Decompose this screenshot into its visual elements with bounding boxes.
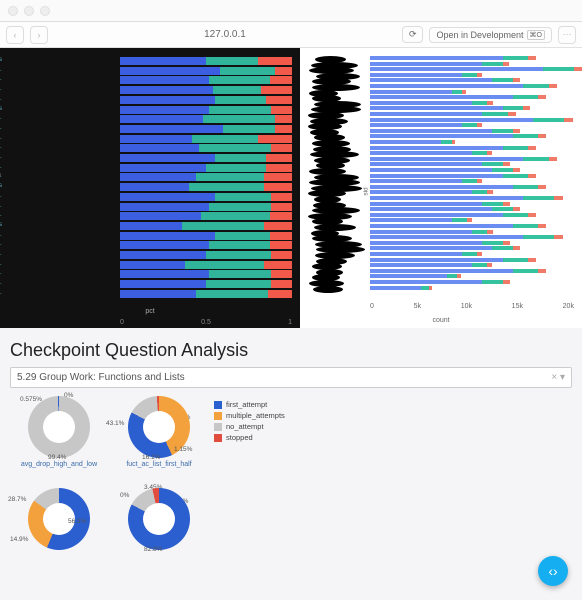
overflow-button[interactable]: ⋯ <box>558 26 576 44</box>
dev-fab-button[interactable]: ‹› <box>538 556 568 586</box>
donut-br[interactable]: 3.45% 13.8% 0% 82.8% <box>114 488 204 553</box>
zoom-dot[interactable] <box>40 6 50 16</box>
donut-fuct-ac[interactable]: 43.1% 39.7% 16.1% 1.15% fuct_ac_list_fir… <box>114 396 204 468</box>
donut-fuct-ac-label: fuct_ac_list_first_half <box>114 461 204 468</box>
open-in-dev-button[interactable]: Open in Development ⌘O <box>429 27 552 43</box>
page-content: short_name 5.16 Write Code Questions5.17… <box>0 48 582 600</box>
question-dropdown[interactable]: 5.29 Group Work: Functions and Lists × ▾ <box>10 367 572 388</box>
donut-row: 0.575% 0% 99.4% avg_drop_high_and_low 43… <box>0 396 582 553</box>
redacted-sid-labels <box>304 56 366 294</box>
browser-toolbar: ‹ › 127.0.0.1 ⟳ Open in Development ⌘O ⋯ <box>0 22 582 48</box>
close-dot[interactable] <box>8 6 18 16</box>
refresh-button[interactable]: ⟳ <box>402 26 424 43</box>
donut-avg-drop-label: avg_drop_high_and_low <box>14 461 104 468</box>
stacked-pct-xlabel: pct <box>145 308 154 315</box>
open-in-dev-label: Open in Development <box>436 30 523 40</box>
donut-bl[interactable]: 28.7% 14.9% 56.3% <box>14 488 104 553</box>
kbd-icon: ⌘O <box>527 30 545 40</box>
traffic-lights <box>8 6 50 16</box>
top-charts-row: short_name 5.16 Write Code Questions5.17… <box>0 48 582 328</box>
back-button[interactable]: ‹ <box>6 26 24 44</box>
stacked-pct-xaxis: 00.51 <box>120 319 292 326</box>
count-xlabel: count <box>432 317 449 324</box>
count-chart[interactable]: sid 05k10k15k20k count <box>300 48 582 328</box>
fab-glyph: ‹› <box>548 563 557 579</box>
forward-button[interactable]: › <box>30 26 48 44</box>
minimize-dot[interactable] <box>24 6 34 16</box>
window-titlebar <box>0 0 582 22</box>
count-xaxis: 05k10k15k20k <box>370 303 574 310</box>
donut-avg-drop[interactable]: 0.575% 0% 99.4% avg_drop_high_and_low <box>14 396 104 468</box>
donut-legend: first_attempt multiple_attempts no_attem… <box>214 396 334 468</box>
stacked-pct-chart[interactable]: short_name 5.16 Write Code Questions5.17… <box>0 48 300 328</box>
section-title: Checkpoint Question Analysis <box>0 328 582 367</box>
dropdown-selected: 5.29 Group Work: Functions and Lists <box>17 372 185 383</box>
dropdown-clear-icon[interactable]: × ▾ <box>551 372 565 383</box>
address-bar[interactable]: 127.0.0.1 <box>54 29 396 40</box>
count-ylabel: sid <box>363 187 370 195</box>
